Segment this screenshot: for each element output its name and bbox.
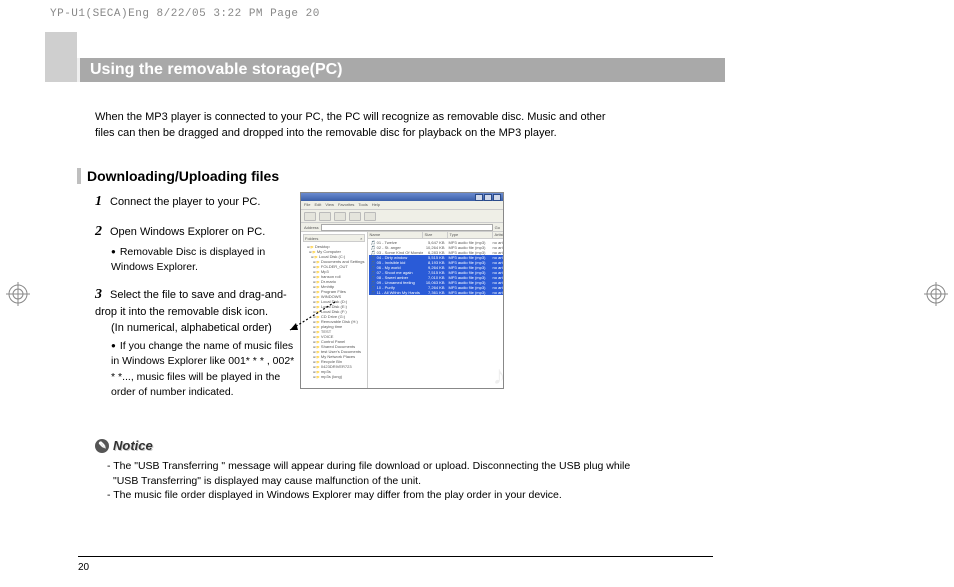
step-text: Select the file to save and drag-and-dro… [95, 289, 287, 318]
col-size: Size [423, 232, 448, 238]
notice-block: ✎ Notice The "USB Transferring " message… [95, 435, 635, 503]
col-name: Name [368, 232, 423, 238]
back-button [304, 212, 316, 221]
step-number: 2 [95, 222, 107, 242]
step-2: 2Open Windows Explorer on PC. Removable … [95, 222, 295, 275]
file-row: 🎵 11 - All Within My Hands7,361 KBMP3 au… [369, 290, 504, 295]
menu-item: Edit [314, 202, 321, 208]
step-number: 1 [95, 192, 107, 212]
address-label: Address [304, 225, 319, 230]
menu-item: File [304, 202, 310, 208]
folder-tree: Folders× DesktopMy ComputerLocal Disk (C… [301, 232, 368, 389]
window-buttons [475, 194, 501, 201]
folders-button [364, 212, 376, 221]
menu-item: Tools [358, 202, 367, 208]
step-sub: Removable Disc is displayed in Windows E… [111, 245, 295, 275]
folders-header: Folders [305, 236, 318, 241]
section-marker [77, 168, 81, 184]
up-button [334, 212, 346, 221]
explorer-screenshot: File Edit View Favorites Tools Help Addr… [300, 192, 504, 389]
registration-mark-left [6, 282, 30, 306]
step-text: Connect the player to your PC. [110, 196, 260, 208]
menu-bar: File Edit View Favorites Tools Help [301, 201, 503, 210]
menu-item: View [325, 202, 334, 208]
steps-list: 1Connect the player to your PC. 2Open Wi… [95, 192, 295, 410]
address-field [321, 224, 493, 231]
step-tail: (In numerical, alphabetical order) [111, 321, 295, 337]
file-list: Name Size Type Artist 🎵 01 - Twelve5,647… [368, 232, 504, 389]
page-number: 20 [78, 562, 89, 573]
step-1: 1Connect the player to your PC. [95, 192, 295, 212]
notice-icon: ✎ [95, 439, 109, 453]
col-artist: Artist [493, 232, 504, 238]
fwd-button [319, 212, 331, 221]
intro-paragraph: When the MP3 player is connected to your… [95, 110, 625, 142]
step-number: 3 [95, 285, 107, 305]
toolbar [301, 210, 503, 223]
window-titlebar [301, 193, 503, 201]
menu-item: Help [372, 202, 380, 208]
search-button [349, 212, 361, 221]
step-3: 3Select the file to save and drag-and-dr… [95, 285, 295, 400]
notice-badge: ✎ Notice [95, 438, 153, 453]
notice-label: Notice [113, 438, 153, 453]
manual-page: YP-U1(SECA)Eng 8/22/05 3:22 PM Page 20 U… [0, 0, 954, 587]
notice-item: The "USB Transferring " message will app… [107, 459, 635, 488]
address-bar: Address Go [301, 223, 503, 232]
close-icon: × [360, 236, 362, 241]
section-title: Downloading/Uploading files [87, 168, 279, 184]
music-note-icon: ♪ [493, 360, 504, 389]
step-sub: If you change the name of music files in… [111, 339, 295, 400]
page-title: Using the removable storage(PC) [77, 58, 725, 82]
registration-mark-right [924, 282, 948, 306]
go-button: Go [495, 225, 500, 230]
footer-rule [78, 556, 713, 557]
tree-item: mp3s (long) [303, 374, 365, 379]
menu-item: Favorites [338, 202, 354, 208]
notice-item: The music file order displayed in Window… [107, 488, 635, 503]
section-heading: Downloading/Uploading files [77, 168, 279, 184]
col-type: Type [448, 232, 493, 238]
crop-mark-header: YP-U1(SECA)Eng 8/22/05 3:22 PM Page 20 [50, 8, 320, 20]
step-text: Open Windows Explorer on PC. [110, 226, 265, 238]
tab-strip [45, 32, 77, 82]
